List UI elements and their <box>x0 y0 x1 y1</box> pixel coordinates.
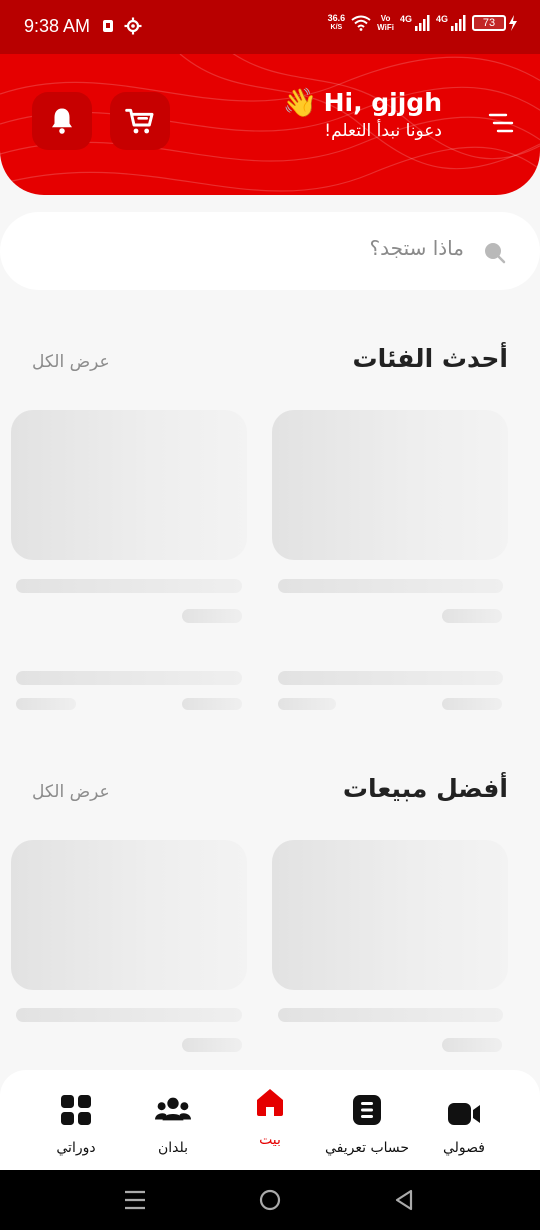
skeleton-line <box>182 698 242 710</box>
notifications-button[interactable] <box>32 92 92 150</box>
battery-indicator: 73 <box>472 15 506 31</box>
recent-apps-button[interactable] <box>121 1186 149 1214</box>
status-indicators: 36.6 K/S Vo WiFi 4G 4G 73 <box>328 14 518 32</box>
status-bar: 9:38 AM 36.6 K/S Vo WiFi 4G 4G 73 <box>0 0 540 54</box>
skeleton-line <box>16 698 76 710</box>
system-navigation-bar <box>0 1170 540 1230</box>
network-type-label-2: 4G <box>435 14 448 24</box>
cart-icon <box>125 108 154 134</box>
back-triangle-icon <box>395 1189 413 1211</box>
header: 👋 Hi, gjjgh دعونا نبدأ التعلم! <box>0 54 540 195</box>
category-card-placeholder[interactable] <box>272 410 508 560</box>
network-type-label: 4G <box>399 14 412 24</box>
greeting-subtitle: دعونا نبدأ التعلم! <box>324 121 442 141</box>
recent-apps-icon <box>125 1190 145 1210</box>
search-icon <box>485 243 506 264</box>
skeleton-line <box>16 579 242 593</box>
category-card-placeholder[interactable] <box>11 410 247 560</box>
section-title-latest-categories: أحدث الفئات <box>352 344 508 373</box>
charging-bolt-icon <box>509 15 517 31</box>
skeleton-line <box>278 698 336 710</box>
greeting-text: Hi, gjjgh <box>323 88 442 117</box>
cart-button[interactable] <box>110 92 170 150</box>
bell-icon <box>52 108 72 134</box>
nav-label-countries: بلدان <box>157 1140 189 1156</box>
nav-label-profile: حساب تعريفي <box>324 1140 410 1156</box>
sim-card-icon <box>103 20 113 32</box>
back-system-button[interactable] <box>390 1186 418 1214</box>
view-all-latest-categories[interactable]: عرض الكل <box>32 352 110 372</box>
skeleton-line <box>442 609 502 623</box>
skeleton-line <box>442 698 502 710</box>
skeleton-line <box>16 671 242 685</box>
greeting-block: 👋 Hi, gjjgh دعونا نبدأ التعلم! <box>283 86 442 141</box>
skeleton-line <box>182 609 242 623</box>
course-card-placeholder[interactable] <box>11 840 247 990</box>
home-icon <box>252 1084 288 1120</box>
skeleton-line <box>278 1008 503 1022</box>
signal-strength-icon-2 <box>451 15 466 31</box>
menu-icon[interactable] <box>488 112 514 134</box>
video-icon <box>446 1096 482 1132</box>
signal-strength-icon <box>414 15 430 31</box>
skeleton-line <box>442 1038 502 1052</box>
home-circle-icon <box>259 1189 281 1211</box>
vowifi-indicator: Vo WiFi <box>377 14 394 32</box>
wifi-icon <box>351 15 371 31</box>
nav-item-home[interactable]: بيت <box>215 1070 325 1170</box>
nav-label-my-courses: دوراتي <box>56 1140 96 1156</box>
section-title-best-sellers: أفضل مبيعات <box>342 774 508 803</box>
search-placeholder: ماذا ستجد؟ <box>369 236 464 260</box>
profile-doc-icon <box>349 1092 385 1128</box>
skeleton-line <box>278 671 503 685</box>
grid-icon <box>58 1092 94 1128</box>
view-all-best-sellers[interactable]: عرض الكل <box>32 782 110 802</box>
home-system-button[interactable] <box>256 1186 284 1214</box>
settings-gear-icon <box>124 17 142 35</box>
wave-hand-icon: 👋 <box>282 86 318 119</box>
network-speed: 36.6 K/S <box>327 13 346 32</box>
skeleton-line <box>278 579 503 593</box>
users-icon <box>155 1092 191 1128</box>
nav-item-my-courses[interactable]: دوراتي <box>21 1070 131 1170</box>
nav-item-my-classes[interactable]: فصولي <box>409 1070 519 1170</box>
skeleton-line <box>182 1038 242 1052</box>
bottom-navigation: دوراتي بلدان بيت حساب تعريفي فصولي <box>0 1070 540 1170</box>
status-time: 9:38 AM <box>24 16 91 36</box>
skeleton-line <box>16 1008 242 1022</box>
nav-item-countries[interactable]: بلدان <box>118 1070 228 1170</box>
nav-item-profile[interactable]: حساب تعريفي <box>312 1070 422 1170</box>
search-input[interactable]: ماذا ستجد؟ <box>0 212 540 290</box>
nav-label-home: بيت <box>259 1132 281 1148</box>
greeting-title: 👋 Hi, gjjgh <box>283 86 442 119</box>
course-card-placeholder[interactable] <box>272 840 508 990</box>
nav-label-my-classes: فصولي <box>443 1140 485 1156</box>
